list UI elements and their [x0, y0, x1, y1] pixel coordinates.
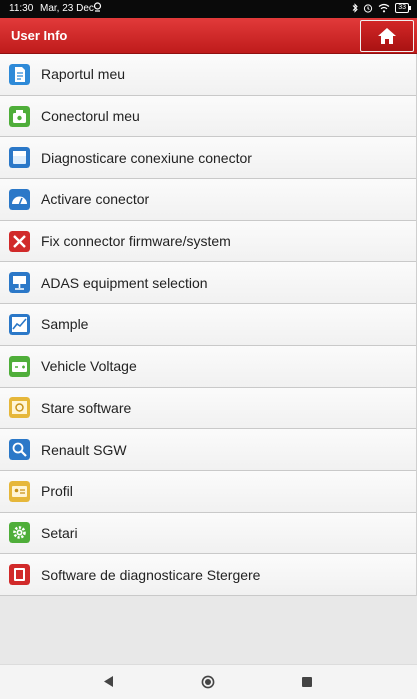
battery-indicator: 33 [395, 3, 411, 13]
status-bar: 11:30 Mar, 23 Dec 33 [0, 0, 417, 18]
menu-item-sample[interactable]: Sample [0, 304, 416, 346]
connector-icon [9, 105, 30, 127]
profile-card-icon [9, 480, 30, 502]
menu-item-adas-equipment[interactable]: ADAS equipment selection [0, 262, 416, 305]
menu-item-vehicle-voltage[interactable]: Vehicle Voltage [0, 345, 416, 388]
delete-software-icon [9, 564, 30, 586]
software-status-icon [9, 397, 30, 419]
user-info-menu: Raportul meu Conectorul meu Diagnosticar… [0, 54, 417, 596]
menu-item-label: ADAS equipment selection [41, 274, 208, 291]
menu-item-conectorul-meu[interactable]: Conectorul meu [0, 95, 416, 138]
menu-item-stare-software[interactable]: Stare software [0, 387, 416, 430]
menu-item-label: Activare conector [41, 191, 150, 208]
home-button[interactable] [360, 20, 414, 52]
battery-icon [9, 355, 30, 377]
tools-icon [9, 230, 30, 252]
menu-item-label: Raportul meu [41, 66, 126, 83]
menu-item-software-stergere[interactable]: Software de diagnosticare Stergere [0, 554, 416, 596]
menu-item-label: Setari [41, 524, 78, 541]
menu-item-fix-connector-firmware[interactable]: Fix connector firmware/system [0, 220, 416, 263]
activate-icon [9, 188, 30, 210]
alarm-icon [364, 4, 373, 13]
bluetooth-icon [352, 3, 358, 13]
system-nav-bar [0, 664, 417, 699]
report-icon [9, 63, 30, 85]
menu-item-label: Fix connector firmware/system [41, 233, 231, 250]
page-title: User Info [11, 28, 68, 43]
menu-item-label: Vehicle Voltage [41, 358, 137, 375]
menu-item-renault-sgw[interactable]: Renault SGW [0, 429, 416, 471]
home-circle-icon[interactable] [201, 675, 215, 689]
sgw-search-icon [9, 439, 30, 461]
adas-icon [9, 272, 30, 294]
location-icon [93, 2, 102, 12]
menu-item-label: Renault SGW [41, 441, 127, 458]
app-header: User Info [0, 18, 417, 54]
connection-diagnostic-icon [9, 147, 30, 169]
settings-gear-icon [9, 522, 30, 544]
menu-item-diagnosticare-conexiune[interactable]: Diagnosticare conexiune conector [0, 137, 416, 180]
menu-item-label: Sample [41, 316, 89, 333]
menu-item-raportul-meu[interactable]: Raportul meu [0, 54, 416, 96]
status-time: 11:30 [9, 3, 34, 14]
home-icon [378, 28, 396, 44]
menu-item-label: Stare software [41, 399, 132, 416]
menu-item-label: Diagnosticare conexiune conector [41, 149, 252, 166]
menu-item-setari[interactable]: Setari [0, 512, 416, 555]
menu-item-profil[interactable]: Profil [0, 470, 416, 513]
status-icons: 33 [352, 3, 411, 13]
wifi-icon [378, 3, 390, 13]
menu-item-label: Conectorul meu [41, 108, 140, 125]
menu-item-label: Software de diagnosticare Stergere [41, 566, 261, 583]
status-date: Mar, 23 Dec [40, 3, 94, 14]
recents-icon[interactable] [302, 677, 312, 687]
menu-item-label: Profil [41, 483, 73, 500]
back-icon[interactable] [103, 675, 114, 688]
menu-item-activare-conector[interactable]: Activare conector [0, 179, 416, 221]
sample-chart-icon [9, 313, 30, 335]
